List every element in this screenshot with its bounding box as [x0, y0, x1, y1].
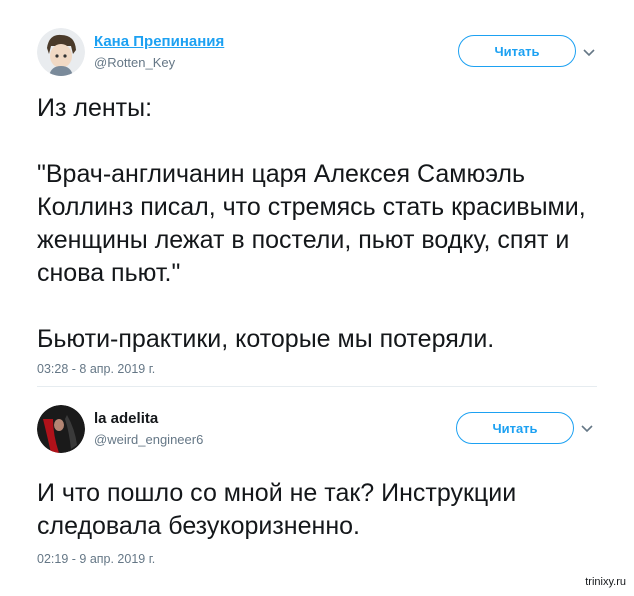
- follow-button[interactable]: Читать: [456, 412, 574, 444]
- watermark: trinixy.ru: [585, 576, 626, 588]
- display-name-link[interactable]: Кана Препинания: [94, 33, 224, 50]
- display-name-link[interactable]: la adelita: [94, 410, 158, 427]
- chevron-down-icon[interactable]: [581, 44, 597, 60]
- avatar[interactable]: [37, 405, 85, 453]
- follow-button[interactable]: Читать: [458, 35, 576, 67]
- handle: @Rotten_Key: [94, 55, 176, 70]
- timestamp-link[interactable]: 02:19 - 9 апр. 2019 г.: [37, 552, 155, 566]
- tweet-text: Из ленты: "Врач-англичанин царя Алексея …: [37, 94, 586, 353]
- divider: [37, 386, 597, 387]
- timestamp-link[interactable]: 03:28 - 8 апр. 2019 г.: [37, 362, 155, 376]
- chevron-down-icon[interactable]: [579, 420, 595, 436]
- tweet-text: И что пошло со мной не так? Инструкции с…: [37, 479, 517, 540]
- avatar[interactable]: [37, 28, 85, 76]
- handle: @weird_engineer6: [94, 432, 204, 447]
- tweet-1: Кана Препинания @Rotten_Key Читать Из ле…: [0, 0, 634, 386]
